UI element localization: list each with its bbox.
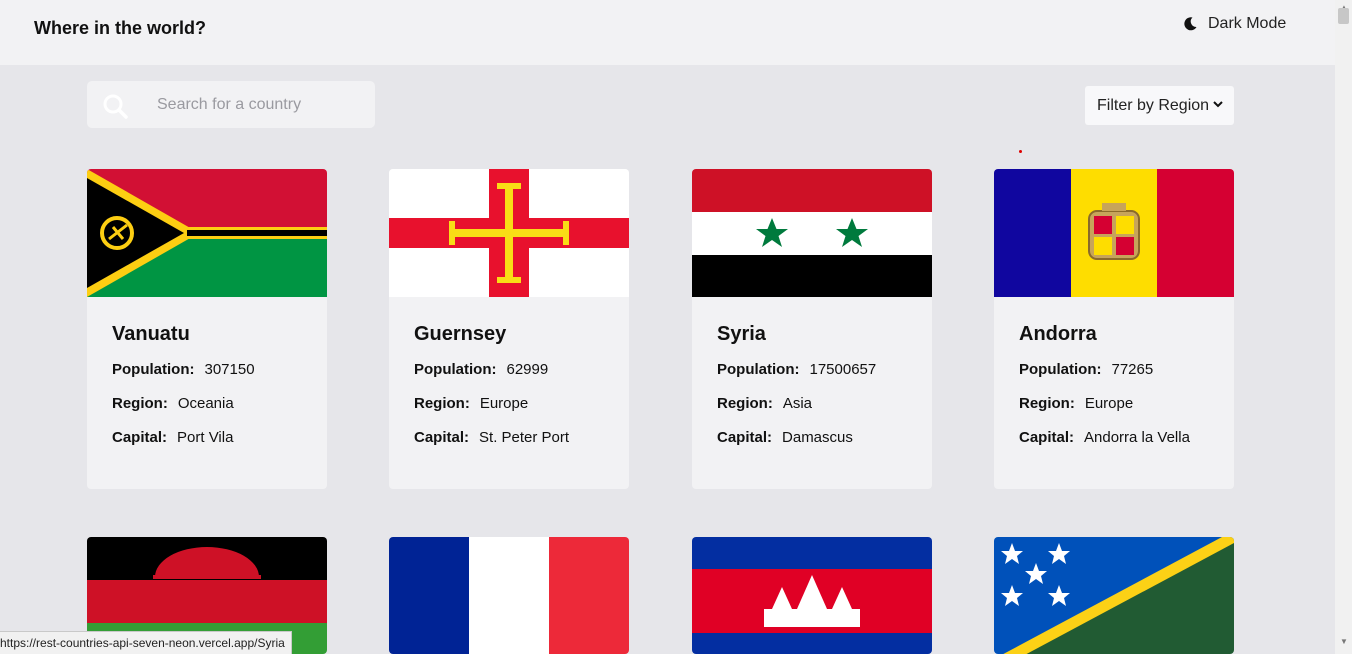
population-label: Population: <box>1019 361 1102 378</box>
flag-image-solomon-islands <box>994 537 1234 654</box>
country-name: Guernsey <box>414 323 507 345</box>
population-value: 77265 <box>1111 361 1154 378</box>
capital-row: Capital: St. Peter Port <box>414 429 629 446</box>
capital-row: Capital: Port Vila <box>112 429 327 446</box>
search-icon <box>103 94 128 119</box>
region-value: Asia <box>782 395 813 412</box>
population-label: Population: <box>112 361 195 378</box>
dark-mode-toggle[interactable]: Dark Mode <box>1182 15 1286 33</box>
search-box[interactable] <box>87 81 375 128</box>
scroll-down-arrow-icon[interactable]: ▼ <box>1340 637 1348 646</box>
population-value: 307150 <box>204 361 255 378</box>
population-label: Population: <box>717 361 800 378</box>
population-label: Population: <box>414 361 497 378</box>
population-row: Population: 62999 <box>414 361 629 378</box>
region-label: Region: <box>1019 395 1075 412</box>
region-row: Region: Europe <box>1019 395 1234 412</box>
population-value: 17500657 <box>809 361 877 378</box>
capital-row: Capital: Andorra la Vella <box>1019 429 1234 446</box>
region-value: Europe <box>479 395 529 412</box>
region-row: Region: Asia <box>717 395 932 412</box>
search-input[interactable] <box>155 91 369 119</box>
top-header: Where in the world? Dark Mode <box>0 0 1335 65</box>
country-name: Syria <box>717 323 766 345</box>
flag-image-france <box>389 537 629 654</box>
region-label: Region: <box>112 395 168 412</box>
country-card-vanuatu[interactable]: Vanuatu Population: 307150 Region: Oceania… <box>87 169 327 489</box>
capital-value: Port Vila <box>177 429 234 446</box>
country-card-andorra[interactable]: Andorra Population: 77265 Region: Europe C… <box>994 169 1234 489</box>
capital-label: Capital: <box>1019 429 1075 446</box>
region-label: Region: <box>414 395 470 412</box>
country-card-cambodia[interactable] <box>692 537 932 654</box>
population-value: 62999 <box>506 361 549 378</box>
country-card-syria[interactable]: Syria Population: 17500657 Region: Asia Ca… <box>692 169 932 489</box>
population-row: Population: 17500657 <box>717 361 932 378</box>
region-row: Region: Oceania <box>112 395 327 412</box>
population-row: Population: 77265 <box>1019 361 1234 378</box>
country-card-guernsey[interactable]: Guernsey Population: 62999 Region: Europe … <box>389 169 629 489</box>
country-name: Vanuatu <box>112 323 190 345</box>
vertical-scrollbar[interactable] <box>1335 0 1352 654</box>
capital-value: St. Peter Port <box>479 429 570 446</box>
page-title: Where in the world? <box>34 18 207 38</box>
country-card-france[interactable] <box>389 537 629 654</box>
population-row: Population: 307150 <box>112 361 327 378</box>
capital-row: Capital: Damascus <box>717 429 932 446</box>
dark-mode-label: Dark Mode <box>1208 15 1287 32</box>
capital-label: Capital: <box>717 429 773 446</box>
country-name: Andorra <box>1019 323 1097 345</box>
flag-image-guernsey <box>389 169 629 297</box>
region-value: Oceania <box>177 395 234 412</box>
flag-image-cambodia <box>692 537 932 654</box>
capital-label: Capital: <box>112 429 168 446</box>
chevron-down-icon <box>1213 101 1223 108</box>
region-row: Region: Europe <box>414 395 629 412</box>
flag-image-syria <box>692 169 932 297</box>
region-label: Region: <box>717 395 773 412</box>
status-bar-url: https://rest-countries-api-seven-neon.ve… <box>0 631 292 654</box>
flag-image-andorra <box>994 169 1234 297</box>
flag-image-vanuatu <box>87 169 327 297</box>
scroll-thumb[interactable] <box>1338 8 1349 24</box>
region-value: Europe <box>1084 395 1134 412</box>
region-filter-select[interactable]: Filter by Region <box>1085 86 1234 125</box>
capital-label: Capital: <box>414 429 470 446</box>
capital-value: Andorra la Vella <box>1084 429 1190 446</box>
capital-value: Damascus <box>782 429 853 446</box>
region-filter-label: Filter by Region <box>1097 96 1210 114</box>
country-card-solomon-islands[interactable] <box>994 537 1234 654</box>
moon-icon <box>1184 17 1197 31</box>
cursor-dot <box>1019 150 1022 153</box>
